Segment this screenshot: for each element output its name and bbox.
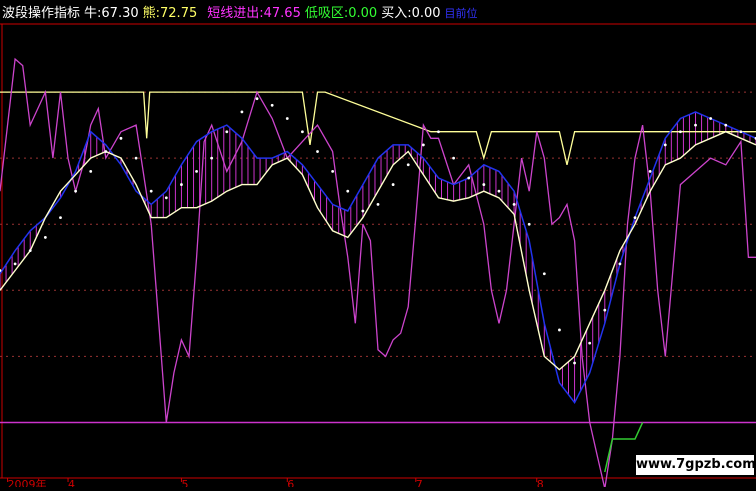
dot-point-24 <box>361 209 365 213</box>
short-value: 47.65 <box>263 6 301 21</box>
x-tick-label-2: 5 <box>181 478 188 487</box>
dot-point-20 <box>301 130 304 134</box>
dot-point-45 <box>679 130 682 134</box>
dot-point-27 <box>406 163 410 167</box>
dot-point-16 <box>240 110 244 114</box>
dot-point-42 <box>633 216 637 220</box>
short-label: 短线进出: <box>207 6 264 21</box>
dot-point-39 <box>588 341 592 345</box>
dot-point-33 <box>497 189 501 193</box>
dot-point-38 <box>573 361 576 365</box>
dot-point-14 <box>210 156 214 160</box>
dot-point-23 <box>346 189 350 193</box>
buy-value: 0.00 <box>411 6 441 21</box>
niu-value: 67.30 <box>101 6 139 21</box>
low-value: 0.00 <box>348 6 378 21</box>
neng-value: 72.75 <box>160 6 198 21</box>
dot-point-22 <box>331 169 335 173</box>
dot-point-43 <box>648 169 652 173</box>
dot-point-36 <box>542 272 546 276</box>
dot-point-46 <box>694 123 697 127</box>
dot-point-4 <box>59 216 62 220</box>
white-series-line <box>0 130 756 371</box>
buy-label: 买入: <box>381 6 412 21</box>
dot-point-19 <box>285 117 289 120</box>
x-tick-label-3: 6 <box>287 478 294 487</box>
dot-point-44 <box>663 143 667 147</box>
dot-point-18 <box>270 103 274 107</box>
watermark: www.7gpzb.com <box>636 455 756 475</box>
dot-point-6 <box>89 169 93 173</box>
dot-point-49 <box>739 130 743 134</box>
dot-point-9 <box>134 156 138 160</box>
dot-point-40 <box>603 308 607 312</box>
x-tick-label-5: 8 <box>537 478 544 487</box>
dot-point-25 <box>376 203 380 206</box>
indicator-chart[interactable]: 2009年 4 5 6 7 8 <box>0 0 756 491</box>
dot-point-15 <box>225 130 229 134</box>
dot-point-28 <box>421 143 425 147</box>
dot-point-21 <box>316 150 319 153</box>
x-tick-label-1: 4 <box>68 478 75 487</box>
dot-point-2 <box>28 249 32 253</box>
chart-canvas: 2009年 4 5 6 7 8 <box>0 23 756 491</box>
dot-point-1 <box>13 262 17 266</box>
dot-point-11 <box>164 196 168 200</box>
dot-point-3 <box>43 236 47 239</box>
dot-point-34 <box>512 203 516 206</box>
dot-point-29 <box>437 130 440 134</box>
dot-point-35 <box>527 222 531 226</box>
dot-point-37 <box>558 328 561 332</box>
indicator-name: 波段操作指标 <box>2 6 81 21</box>
last-label: 目前位 <box>444 7 478 20</box>
dot-point-26 <box>391 183 395 186</box>
dot-point-32 <box>482 183 486 186</box>
neng-label: 熊: <box>142 6 161 21</box>
dot-point-13 <box>195 169 198 173</box>
dot-point-7 <box>104 150 108 153</box>
dot-point-17 <box>255 97 259 101</box>
x-tick-label-0: 2009年 <box>8 477 47 487</box>
dot-point-31 <box>467 176 471 180</box>
dot-point-10 <box>149 189 153 193</box>
dot-point-47 <box>709 117 713 120</box>
dot-point-48 <box>724 123 728 127</box>
dot-point-41 <box>618 262 622 266</box>
dot-point-5 <box>74 189 77 193</box>
niu-label: 牛: <box>84 6 102 21</box>
indicator-header: 波段操作指标 牛:67.30 熊:72.75 短线进出:47.65 低吸区:0.00 买入… <box>2 4 482 24</box>
dot-point-12 <box>180 183 183 186</box>
x-tick-label-4: 7 <box>416 478 423 487</box>
dot-point-30 <box>452 156 455 160</box>
dot-point-8 <box>119 136 123 140</box>
low-label: 低吸区: <box>304 6 349 21</box>
